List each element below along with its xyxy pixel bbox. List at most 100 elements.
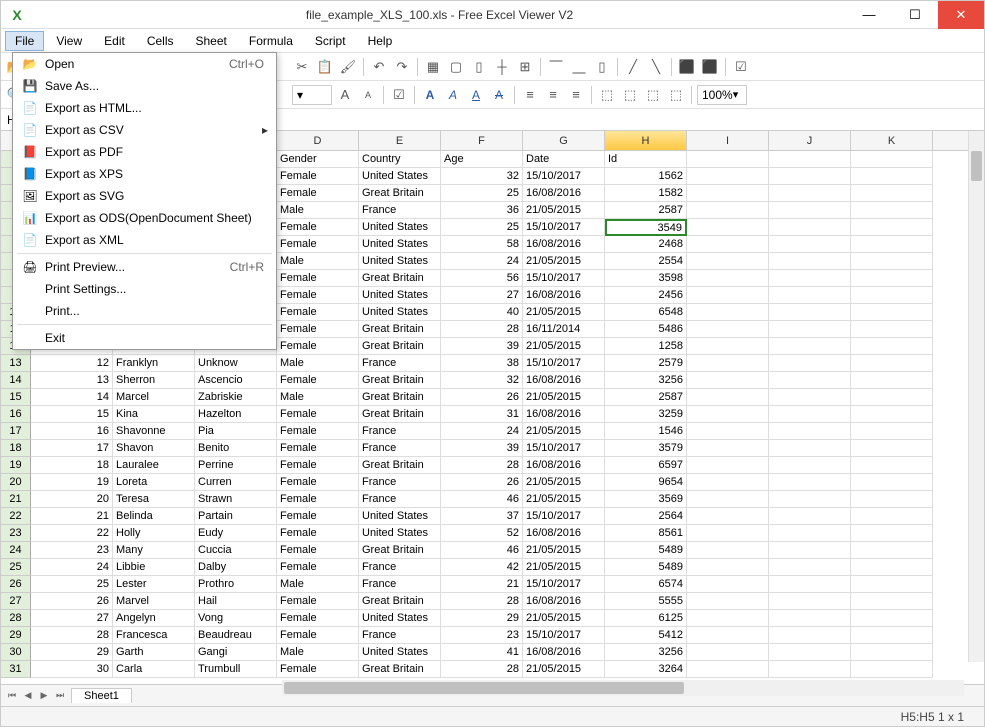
- cell[interactable]: 3259: [605, 406, 687, 423]
- cell[interactable]: Female: [277, 559, 359, 576]
- underline-icon[interactable]: A: [466, 85, 486, 105]
- row-header[interactable]: 27: [1, 593, 31, 610]
- cell[interactable]: 16/08/2016: [523, 525, 605, 542]
- row-header[interactable]: 18: [1, 440, 31, 457]
- cell[interactable]: Shavon: [113, 440, 195, 457]
- menu-help[interactable]: Help: [358, 31, 403, 51]
- cell[interactable]: 21/05/2015: [523, 491, 605, 508]
- align-left-icon[interactable]: ≡: [520, 85, 540, 105]
- cell[interactable]: Sherron: [113, 372, 195, 389]
- file-menu-open[interactable]: 📂OpenCtrl+O: [13, 53, 276, 75]
- row-header[interactable]: 16: [1, 406, 31, 423]
- cell[interactable]: Great Britain: [359, 406, 441, 423]
- cell[interactable]: 2468: [605, 236, 687, 253]
- cell[interactable]: 40: [441, 304, 523, 321]
- cell[interactable]: 39: [441, 440, 523, 457]
- row-header[interactable]: 29: [1, 627, 31, 644]
- cell[interactable]: 16/08/2016: [523, 372, 605, 389]
- cell[interactable]: Id: [605, 151, 687, 168]
- cell[interactable]: 2564: [605, 508, 687, 525]
- cell[interactable]: 15/10/2017: [523, 355, 605, 372]
- valign-top-icon[interactable]: ⬚: [597, 85, 617, 105]
- cell[interactable]: 46: [441, 542, 523, 559]
- cell[interactable]: 1562: [605, 168, 687, 185]
- cell[interactable]: Ascencio: [195, 372, 277, 389]
- cell[interactable]: Great Britain: [359, 593, 441, 610]
- row-header[interactable]: 30: [1, 644, 31, 661]
- bold-icon[interactable]: A: [420, 85, 440, 105]
- cell[interactable]: 21/05/2015: [523, 661, 605, 678]
- cell[interactable]: Great Britain: [359, 185, 441, 202]
- cell[interactable]: Great Britain: [359, 270, 441, 287]
- cell[interactable]: Female: [277, 525, 359, 542]
- col-header-J[interactable]: J: [769, 131, 851, 150]
- cell[interactable]: Franklyn: [113, 355, 195, 372]
- cell[interactable]: 24: [31, 559, 113, 576]
- row-header[interactable]: 14: [1, 372, 31, 389]
- font-small-icon[interactable]: A: [358, 85, 378, 105]
- cell[interactable]: Great Britain: [359, 542, 441, 559]
- col-header-E[interactable]: E: [359, 131, 441, 150]
- cell[interactable]: Curren: [195, 474, 277, 491]
- cell[interactable]: France: [359, 423, 441, 440]
- cell[interactable]: 15/10/2017: [523, 168, 605, 185]
- cell[interactable]: 2554: [605, 253, 687, 270]
- cell[interactable]: Female: [277, 440, 359, 457]
- cell[interactable]: Female: [277, 185, 359, 202]
- col-header-H[interactable]: H: [605, 131, 687, 150]
- cell[interactable]: Female: [277, 542, 359, 559]
- border-side-icon[interactable]: ▯: [592, 57, 612, 77]
- cell[interactable]: 15/10/2017: [523, 627, 605, 644]
- cell[interactable]: Female: [277, 287, 359, 304]
- cell[interactable]: 32: [441, 168, 523, 185]
- cell[interactable]: Male: [277, 355, 359, 372]
- cell[interactable]: 14: [31, 389, 113, 406]
- cell[interactable]: 24: [441, 423, 523, 440]
- cell[interactable]: 5489: [605, 559, 687, 576]
- cell[interactable]: 1258: [605, 338, 687, 355]
- cell[interactable]: 13: [31, 372, 113, 389]
- row-header[interactable]: 31: [1, 661, 31, 678]
- font-big-icon[interactable]: A: [335, 85, 355, 105]
- cell[interactable]: Male: [277, 253, 359, 270]
- cell[interactable]: 26: [441, 474, 523, 491]
- cell[interactable]: 39: [441, 338, 523, 355]
- strike-icon[interactable]: A: [489, 85, 509, 105]
- cell[interactable]: 52: [441, 525, 523, 542]
- cell[interactable]: Many: [113, 542, 195, 559]
- row-header[interactable]: 15: [1, 389, 31, 406]
- cell[interactable]: France: [359, 576, 441, 593]
- cell[interactable]: 18: [31, 457, 113, 474]
- cell[interactable]: Gangi: [195, 644, 277, 661]
- cut-icon[interactable]: ✂: [292, 57, 312, 77]
- vertical-scrollbar[interactable]: [968, 131, 984, 662]
- cell[interactable]: 16/08/2016: [523, 457, 605, 474]
- menu-file[interactable]: File: [5, 31, 44, 51]
- menu-view[interactable]: View: [46, 31, 92, 51]
- toggle-icon[interactable]: ☑: [731, 57, 751, 77]
- cell[interactable]: 21: [441, 576, 523, 593]
- col-header-I[interactable]: I: [687, 131, 769, 150]
- cell[interactable]: 25: [31, 576, 113, 593]
- cell[interactable]: 6574: [605, 576, 687, 593]
- sheet-nav-last[interactable]: ⏭: [53, 690, 67, 701]
- border-left-icon[interactable]: ▯: [469, 57, 489, 77]
- cell[interactable]: Hazelton: [195, 406, 277, 423]
- cell[interactable]: Benito: [195, 440, 277, 457]
- align-right-icon[interactable]: ≡: [566, 85, 586, 105]
- cell[interactable]: 16/08/2016: [523, 406, 605, 423]
- cell[interactable]: 26: [441, 389, 523, 406]
- cell[interactable]: 3598: [605, 270, 687, 287]
- cell[interactable]: 28: [31, 627, 113, 644]
- cell[interactable]: Male: [277, 644, 359, 661]
- format-b-icon[interactable]: ⬛: [700, 57, 720, 77]
- cell[interactable]: Dalby: [195, 559, 277, 576]
- copy-icon[interactable]: 📋: [315, 57, 335, 77]
- cell[interactable]: 15: [31, 406, 113, 423]
- cell[interactable]: 28: [441, 457, 523, 474]
- cell[interactable]: 15/10/2017: [523, 270, 605, 287]
- valign-bot-icon[interactable]: ⬚: [643, 85, 663, 105]
- cell[interactable]: 5486: [605, 321, 687, 338]
- merge-icon[interactable]: ⬚: [666, 85, 686, 105]
- cell[interactable]: Francesca: [113, 627, 195, 644]
